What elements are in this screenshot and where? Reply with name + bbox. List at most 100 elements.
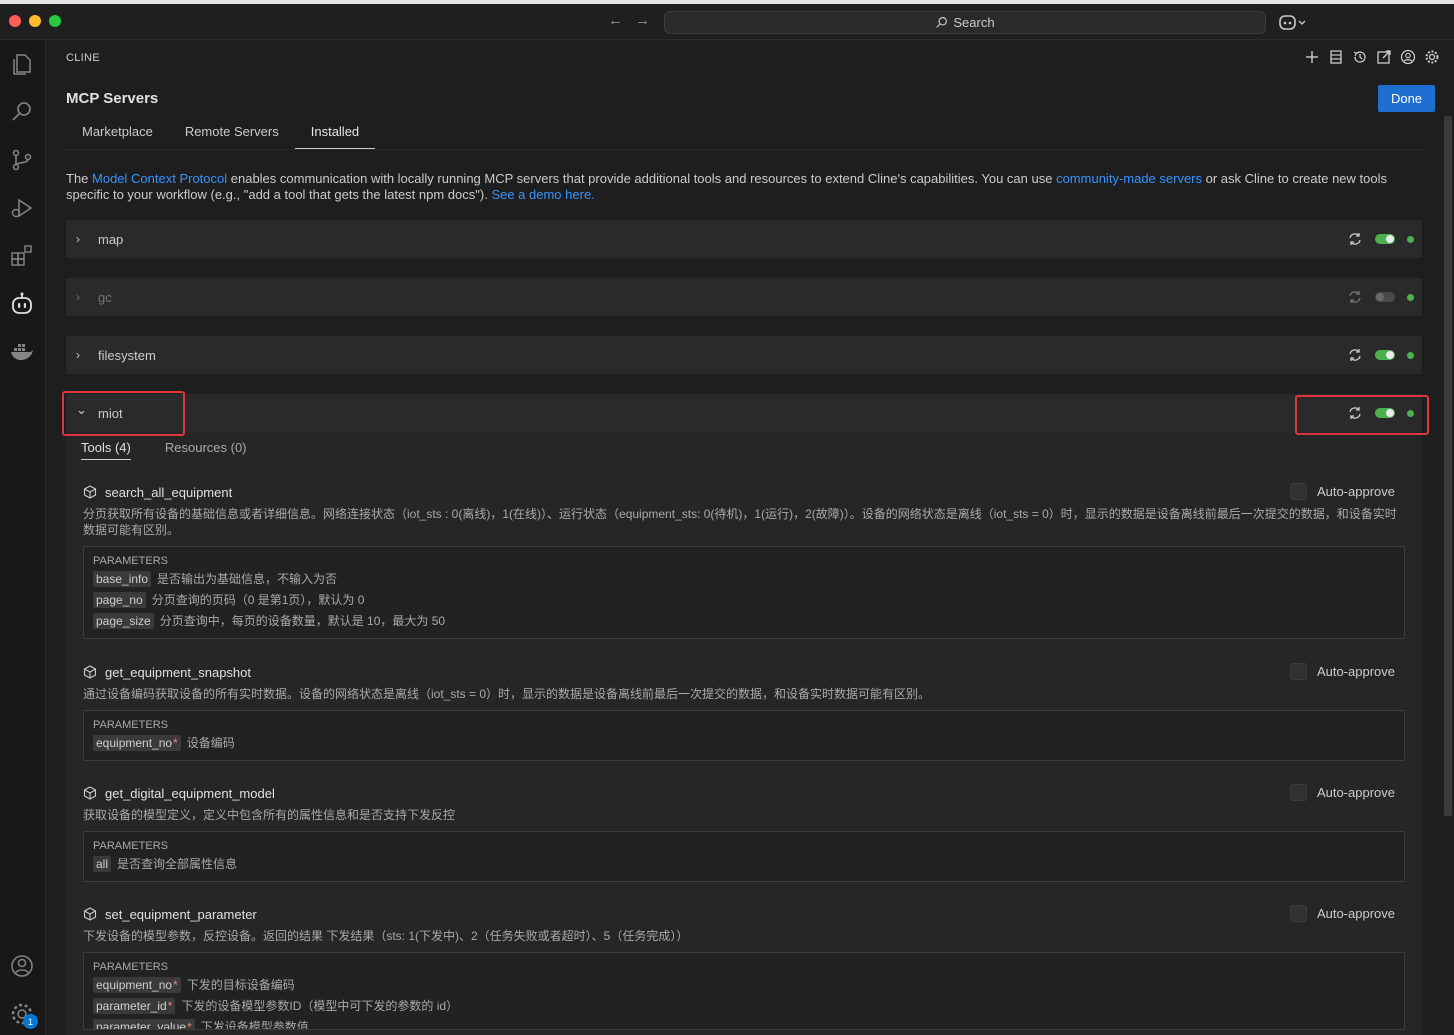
account-circle-icon[interactable] — [1400, 49, 1416, 65]
intro-text: The Model Context Protocol enables commu… — [66, 171, 1406, 203]
parameter-name-text: equipment_no — [96, 736, 173, 750]
close-window-button[interactable] — [9, 15, 21, 27]
highlight-box-server-controls — [1295, 395, 1429, 435]
tool-name: get_digital_equipment_model — [105, 785, 275, 801]
plus-icon[interactable] — [1304, 49, 1320, 65]
copilot-icon[interactable] — [1279, 14, 1309, 32]
command-search-box[interactable]: Search — [664, 11, 1266, 34]
panel-header-actions — [1304, 49, 1440, 65]
auto-approve-label: Auto-approve — [1316, 785, 1395, 800]
vertical-scrollbar[interactable] — [1444, 116, 1452, 816]
account-icon[interactable] — [9, 953, 35, 979]
tab-marketplace[interactable]: Marketplace — [66, 118, 169, 150]
auto-approve-label: Auto-approve — [1316, 484, 1395, 499]
chevron-right-icon: › — [76, 348, 80, 362]
server-row-filesystem[interactable]: › filesystem — [66, 336, 1422, 374]
cline-panel: CLINE MCP Servers Done Marketplace Remot… — [46, 40, 1454, 1035]
done-button[interactable]: Done — [1378, 85, 1435, 112]
server-status-dot — [1407, 351, 1414, 359]
server-row-miot[interactable]: ⌄ miot — [66, 394, 1422, 432]
search-label: Search — [953, 15, 995, 30]
minimize-window-button[interactable] — [29, 15, 41, 27]
cube-icon — [83, 485, 97, 499]
source-control-icon[interactable] — [9, 147, 35, 173]
parameter-row: equipment_no* 下发的目标设备编码 — [93, 975, 1395, 996]
cube-icon — [83, 665, 97, 679]
explorer-icon[interactable] — [9, 51, 35, 77]
parameter-desc: 是否查询全部属性信息 — [117, 857, 238, 871]
parameter-name: parameter_value* — [93, 1019, 195, 1030]
tool-description: 分页获取所有设备的基础信息或者详细信息。网络连接状态（iot_sts : 0(离… — [83, 507, 1397, 537]
forward-arrow-icon[interactable]: → — [635, 12, 650, 29]
parameter-name: base_info — [93, 571, 152, 587]
auto-approve-checkbox[interactable] — [1289, 483, 1307, 500]
demo-link[interactable]: See a demo here. — [491, 187, 594, 202]
panel-header-title: CLINE — [66, 52, 100, 64]
run-debug-icon[interactable] — [9, 195, 35, 221]
server-stack-icon[interactable] — [1328, 49, 1344, 65]
refresh-icon[interactable] — [1347, 289, 1363, 305]
parameter-desc: 下发的目标设备编码 — [186, 978, 295, 992]
tab-installed[interactable]: Installed — [294, 118, 376, 150]
parameter-name: equipment_no* — [93, 977, 181, 993]
parameter-name: page_no — [93, 592, 146, 608]
refresh-icon[interactable] — [1347, 347, 1363, 363]
tool-parameters: PARAMETERS equipment_no* 设备编码 — [83, 710, 1405, 761]
server-name: filesystem — [98, 347, 156, 363]
tool-name: set_equipment_parameter — [105, 906, 257, 922]
server-status-dot — [1407, 235, 1414, 243]
history-icon[interactable] — [1352, 49, 1368, 65]
parameter-row: base_info 是否输出为基础信息，不输入为否 — [93, 569, 1395, 590]
parameter-row: page_size 分页查询中，每页的设备数量，默认是 10，最大为 50 — [93, 611, 1395, 632]
community-servers-link[interactable]: community-made servers — [1056, 171, 1202, 186]
required-marker: * — [173, 978, 178, 992]
auto-approve-checkbox[interactable] — [1289, 784, 1307, 801]
tool-name: get_equipment_snapshot — [105, 664, 252, 680]
parameter-row: page_no 分页查询的页码（0 是第1页），默认为 0 — [93, 590, 1395, 611]
server-row-gc[interactable]: › gc — [66, 278, 1422, 316]
miot-subtabs: Tools (4) Resources (0) — [81, 440, 247, 460]
extensions-icon[interactable] — [9, 243, 35, 269]
parameter-name-text: equipment_no — [96, 978, 173, 992]
parameters-label: PARAMETERS — [93, 961, 168, 973]
server-enable-toggle[interactable] — [1375, 350, 1395, 360]
parameters-label: PARAMETERS — [93, 840, 168, 852]
parameter-desc: 是否输出为基础信息，不输入为否 — [157, 572, 338, 586]
parameter-desc: 设备编码 — [186, 736, 235, 750]
docker-icon[interactable] — [9, 339, 35, 365]
maximize-window-button[interactable] — [49, 15, 61, 27]
parameter-desc: 分页查询的页码（0 是第1页），默认为 0 — [151, 593, 365, 607]
title-bar: ← → Search — [0, 0, 1454, 40]
parameter-name: all — [93, 856, 112, 872]
parameter-row: parameter_id* 下发的设备模型参数ID（模型中可下发的参数的 id） — [93, 996, 1395, 1017]
back-arrow-icon[interactable]: ← — [608, 12, 623, 29]
cube-icon — [83, 907, 97, 921]
cline-robot-icon[interactable] — [9, 291, 35, 317]
parameter-name: page_size — [93, 613, 154, 629]
highlight-box-server-name — [62, 391, 185, 436]
parameter-name-text: parameter_value — [96, 1020, 187, 1030]
server-enable-toggle[interactable] — [1375, 234, 1395, 244]
auto-approve-checkbox[interactable] — [1289, 905, 1307, 922]
tab-resources[interactable]: Resources (0) — [165, 440, 247, 460]
search-icon[interactable] — [9, 99, 35, 125]
popout-icon[interactable] — [1376, 49, 1392, 65]
tool-description: 通过设备编码获取设备的所有实时数据。设备的网络状态是离线（iot_sts = 0… — [83, 687, 931, 701]
server-enable-toggle[interactable] — [1375, 292, 1395, 302]
model-context-protocol-link[interactable]: Model Context Protocol — [92, 171, 227, 186]
tool-get-equipment-snapshot: get_equipment_snapshot Auto-approve 通过设备… — [83, 662, 1405, 761]
tool-name: search_all_equipment — [105, 484, 233, 500]
required-marker: * — [167, 999, 173, 1013]
chevron-right-icon: › — [76, 232, 80, 246]
parameters-label: PARAMETERS — [93, 719, 168, 731]
auto-approve-checkbox[interactable] — [1289, 663, 1307, 680]
server-row-map[interactable]: › map — [66, 220, 1422, 258]
gear-icon[interactable] — [1424, 49, 1440, 65]
tab-remote-servers[interactable]: Remote Servers — [169, 118, 295, 150]
mcp-tabs: Marketplace Remote Servers Installed — [66, 118, 376, 150]
auto-approve-label: Auto-approve — [1316, 906, 1395, 921]
tab-tools[interactable]: Tools (4) — [81, 440, 131, 460]
tool-get-digital-equipment-model: get_digital_equipment_model Auto-approve… — [83, 783, 1405, 882]
refresh-icon[interactable] — [1347, 231, 1363, 247]
parameter-desc: 分页查询中，每页的设备数量，默认是 10，最大为 50 — [159, 614, 446, 628]
